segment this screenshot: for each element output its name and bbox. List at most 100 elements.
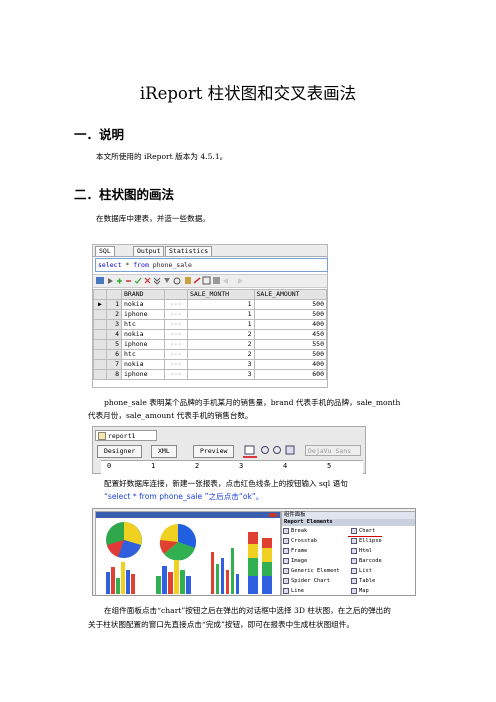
cell-sale-amount[interactable]: 550 bbox=[253, 339, 328, 350]
table-row[interactable]: 3 htc ··· 1 400 bbox=[93, 319, 328, 330]
table-row[interactable]: ▶ 1 nokia ··· 1 500 bbox=[93, 299, 328, 310]
cell-sale-month[interactable]: 1 bbox=[186, 319, 255, 330]
cell-editor-button[interactable]: ··· bbox=[163, 319, 188, 330]
add-row-icon bbox=[117, 278, 122, 284]
cell-sale-month[interactable]: 2 bbox=[186, 349, 255, 360]
table-row[interactable]: 8 iphone ··· 3 600 bbox=[93, 369, 328, 380]
arrow-left-icon bbox=[223, 278, 228, 284]
cell-sale-month[interactable]: 2 bbox=[186, 329, 255, 340]
sql-keyword: from bbox=[133, 261, 149, 269]
spider-chart-icon bbox=[283, 578, 289, 584]
ruler-label: 0 bbox=[107, 462, 112, 470]
cell-editor-button[interactable]: ··· bbox=[163, 339, 188, 350]
xml-button[interactable]: XML bbox=[151, 445, 177, 458]
palette-item-line[interactable]: Line bbox=[282, 587, 304, 595]
arrow-right-icon bbox=[238, 278, 243, 284]
palette-item-generic-element[interactable]: Generic Element bbox=[282, 567, 340, 575]
cell-sale-month[interactable]: 3 bbox=[186, 359, 255, 370]
tab-report1[interactable]: report1 bbox=[95, 430, 157, 441]
intro-text: 在数据库中建表，并造一些数据。 bbox=[96, 214, 210, 223]
cell-brand[interactable]: nokia bbox=[121, 359, 165, 370]
lock-icon bbox=[185, 277, 191, 284]
designer-button[interactable]: Designer bbox=[97, 445, 143, 458]
cell-brand[interactable]: iphone bbox=[121, 339, 165, 350]
row-number: 5 bbox=[106, 339, 122, 350]
row-number: 4 bbox=[106, 329, 122, 340]
cell-editor-button[interactable]: ··· bbox=[163, 369, 188, 380]
ireport-designer-screenshot: report1 Designer XML Preview DejaVu Sans… bbox=[92, 426, 366, 474]
ruler-label: 4 bbox=[283, 462, 288, 470]
cell-sale-amount[interactable]: 500 bbox=[253, 309, 328, 320]
sql-tab-bar: SQL Output Statistics bbox=[93, 245, 327, 257]
grid-icon bbox=[96, 277, 104, 284]
font-family-select[interactable]: DejaVu Sans bbox=[305, 445, 361, 456]
cell-editor-button[interactable]: ··· bbox=[163, 359, 188, 370]
cell-sale-amount[interactable]: 600 bbox=[253, 369, 328, 380]
cell-brand[interactable]: iphone bbox=[121, 309, 165, 320]
cell-sale-amount[interactable]: 500 bbox=[253, 299, 328, 310]
palette-item-list[interactable]: List bbox=[350, 567, 372, 575]
palette-item-frame[interactable]: Frame bbox=[282, 547, 307, 555]
chart-preview-image bbox=[95, 511, 281, 595]
column-header-brand[interactable]: BRAND bbox=[121, 289, 165, 300]
palette-item-image[interactable]: Image bbox=[282, 557, 307, 565]
zoom-in-icon bbox=[261, 446, 269, 454]
palette-item-barcode[interactable]: Barcode bbox=[350, 557, 382, 565]
cell-sale-month[interactable]: 1 bbox=[186, 309, 255, 320]
table-row[interactable]: 5 iphone ··· 2 550 bbox=[93, 339, 328, 350]
cell-sale-month[interactable]: 3 bbox=[186, 369, 255, 380]
component-palette-screenshot: 组件面板 Report Elements Break Chart Crossta… bbox=[92, 508, 416, 596]
palette-item-html[interactable]: Html bbox=[350, 547, 372, 555]
palette-item-spider-chart[interactable]: Spider Chart bbox=[282, 577, 330, 585]
table-row[interactable]: 7 nokia ··· 3 400 bbox=[93, 359, 328, 370]
preview-button[interactable]: Preview bbox=[193, 445, 235, 458]
palette-item-crosstab[interactable]: Crosstab bbox=[282, 537, 317, 545]
tab-output[interactable]: Output bbox=[133, 246, 165, 256]
tab-sql[interactable]: SQL bbox=[95, 246, 115, 256]
cell-sale-amount[interactable]: 400 bbox=[253, 319, 328, 330]
palette-item-break[interactable]: Break bbox=[282, 527, 307, 535]
column-header-sale-amount[interactable]: SALE_AMOUNT bbox=[253, 289, 328, 300]
html-icon bbox=[351, 548, 357, 554]
cell-brand[interactable]: nokia bbox=[121, 299, 165, 310]
palette-item-table[interactable]: Table bbox=[350, 577, 375, 585]
export-icon bbox=[202, 276, 211, 285]
cell-editor-button[interactable]: ··· bbox=[163, 309, 188, 320]
sql-keyword: select bbox=[98, 261, 122, 269]
explain-para-line1: phone_sale 表明某个品牌的手机某月的销售量，brand 代表手机的品牌… bbox=[104, 398, 401, 407]
crosstab-icon bbox=[283, 538, 289, 544]
ruler-label: 2 bbox=[195, 462, 200, 470]
cell-editor-button[interactable]: ··· bbox=[163, 349, 188, 360]
palette-panel: 组件面板 Report Elements Break Chart Crossta… bbox=[281, 511, 415, 595]
cell-brand[interactable]: htc bbox=[121, 349, 165, 360]
palette-item-ellipse[interactable]: Ellipse bbox=[350, 537, 382, 545]
tab-statistics[interactable]: Statistics bbox=[165, 246, 213, 256]
palette-section-header[interactable]: Report Elements bbox=[282, 519, 415, 526]
config-para-line1: 配置好数据库连接，新建一张报表，点击红色线条上的按钮输入 sql 语句 bbox=[104, 479, 348, 488]
table-row[interactable]: 2 iphone ··· 1 500 bbox=[93, 309, 328, 320]
table-row[interactable]: 4 nokia ··· 2 450 bbox=[93, 329, 328, 340]
image-icon bbox=[283, 558, 289, 564]
table-row[interactable]: 6 htc ··· 2 500 bbox=[93, 349, 328, 360]
palette-item-map[interactable]: Map bbox=[350, 587, 369, 595]
cell-brand[interactable]: nokia bbox=[121, 329, 165, 340]
cell-editor-button[interactable]: ··· bbox=[163, 299, 188, 310]
palette-item-chart[interactable]: Chart bbox=[350, 527, 375, 535]
frame-icon bbox=[283, 548, 289, 554]
ruler-label: 5 bbox=[327, 462, 332, 470]
report-icon bbox=[98, 432, 106, 440]
result-toolbar-icons[interactable] bbox=[93, 275, 327, 287]
cell-editor-button[interactable]: ··· bbox=[163, 329, 188, 340]
sql-query-input[interactable]: select * from phone_sale bbox=[95, 258, 328, 272]
sql-table-name: phone_sale bbox=[148, 261, 192, 269]
cell-sale-month[interactable]: 2 bbox=[186, 339, 255, 350]
cell-sale-amount[interactable]: 500 bbox=[253, 349, 328, 360]
cell-sale-amount[interactable]: 400 bbox=[253, 359, 328, 370]
cell-sale-amount[interactable]: 450 bbox=[253, 329, 328, 340]
explain-para-line2: 代表月份，sale_amount 代表手机的销售台数。 bbox=[88, 411, 253, 420]
column-header-sale-month[interactable]: SALE_MONTH bbox=[186, 289, 255, 300]
cell-sale-month[interactable]: 1 bbox=[186, 299, 255, 310]
page-title: iReport 柱状图和交叉表画法 bbox=[139, 84, 357, 103]
cell-brand[interactable]: iphone bbox=[121, 369, 165, 380]
cell-brand[interactable]: htc bbox=[121, 319, 165, 330]
